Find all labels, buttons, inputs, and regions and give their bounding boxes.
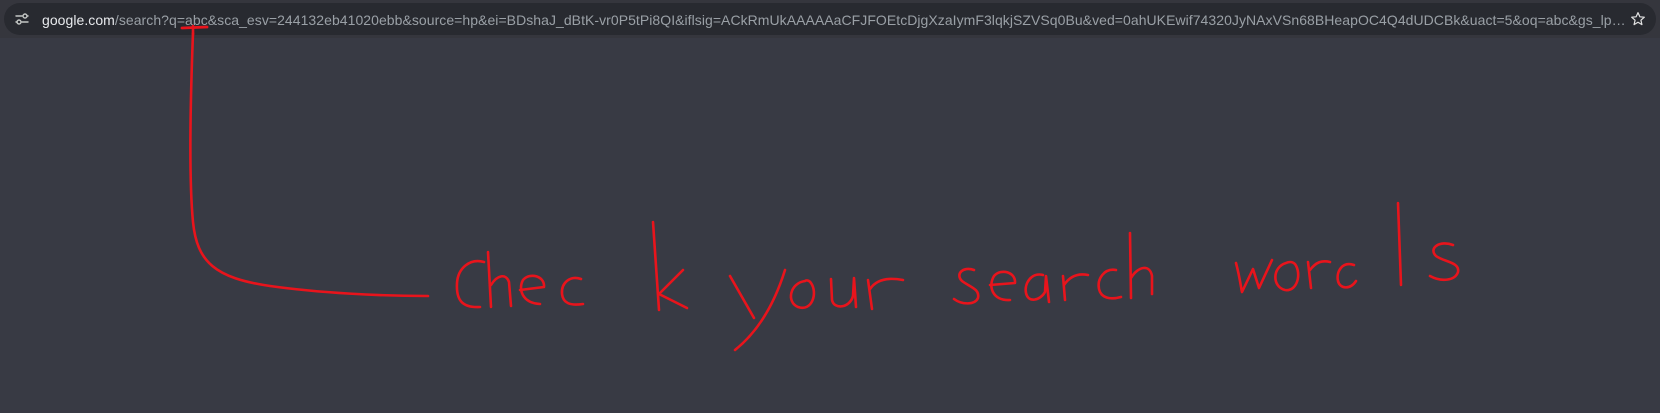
browser-window: google.com/search?q=abc&sca_esv=244132eb… <box>0 0 1660 413</box>
address-bar[interactable]: google.com/search?q=abc&sca_esv=244132eb… <box>4 3 1656 35</box>
annotation-letter <box>789 279 816 310</box>
annotation-letter <box>1061 273 1090 302</box>
annotation-letter <box>728 268 787 352</box>
annotation-letter <box>866 277 905 311</box>
annotation-letter <box>486 250 513 309</box>
annotation-letter <box>1306 259 1332 290</box>
annotation-letter <box>455 259 486 309</box>
annotation-letter <box>1097 268 1123 300</box>
annotation-letter <box>1234 258 1274 294</box>
annotation-letter <box>560 276 585 306</box>
site-info-button[interactable] <box>12 9 32 29</box>
annotation-letter <box>952 267 980 305</box>
annotation-letter <box>988 270 1017 302</box>
browser-toolbar: google.com/search?q=abc&sca_esv=244132eb… <box>0 0 1660 38</box>
annotation-letter <box>518 274 546 306</box>
url-text[interactable]: google.com/search?q=abc&sca_esv=244132eb… <box>42 11 1630 29</box>
url-path: /search?q=abc&sca_esv=244132eb41020ebb&s… <box>114 12 1630 28</box>
annotation-letter <box>1024 273 1051 304</box>
annotation-arrow <box>189 31 430 298</box>
annotation-letter <box>1428 242 1460 282</box>
tune-icon <box>15 13 29 25</box>
annotation-letter <box>1274 260 1300 292</box>
star-outline-icon <box>1631 12 1645 26</box>
annotation-letter <box>651 220 689 312</box>
annotation-letter <box>1336 201 1403 289</box>
bookmark-button[interactable] <box>1628 9 1648 29</box>
annotation-letter <box>829 276 858 309</box>
handwritten-annotation <box>180 24 1460 352</box>
url-domain: google.com <box>42 12 115 28</box>
annotation-letter <box>1128 231 1154 300</box>
